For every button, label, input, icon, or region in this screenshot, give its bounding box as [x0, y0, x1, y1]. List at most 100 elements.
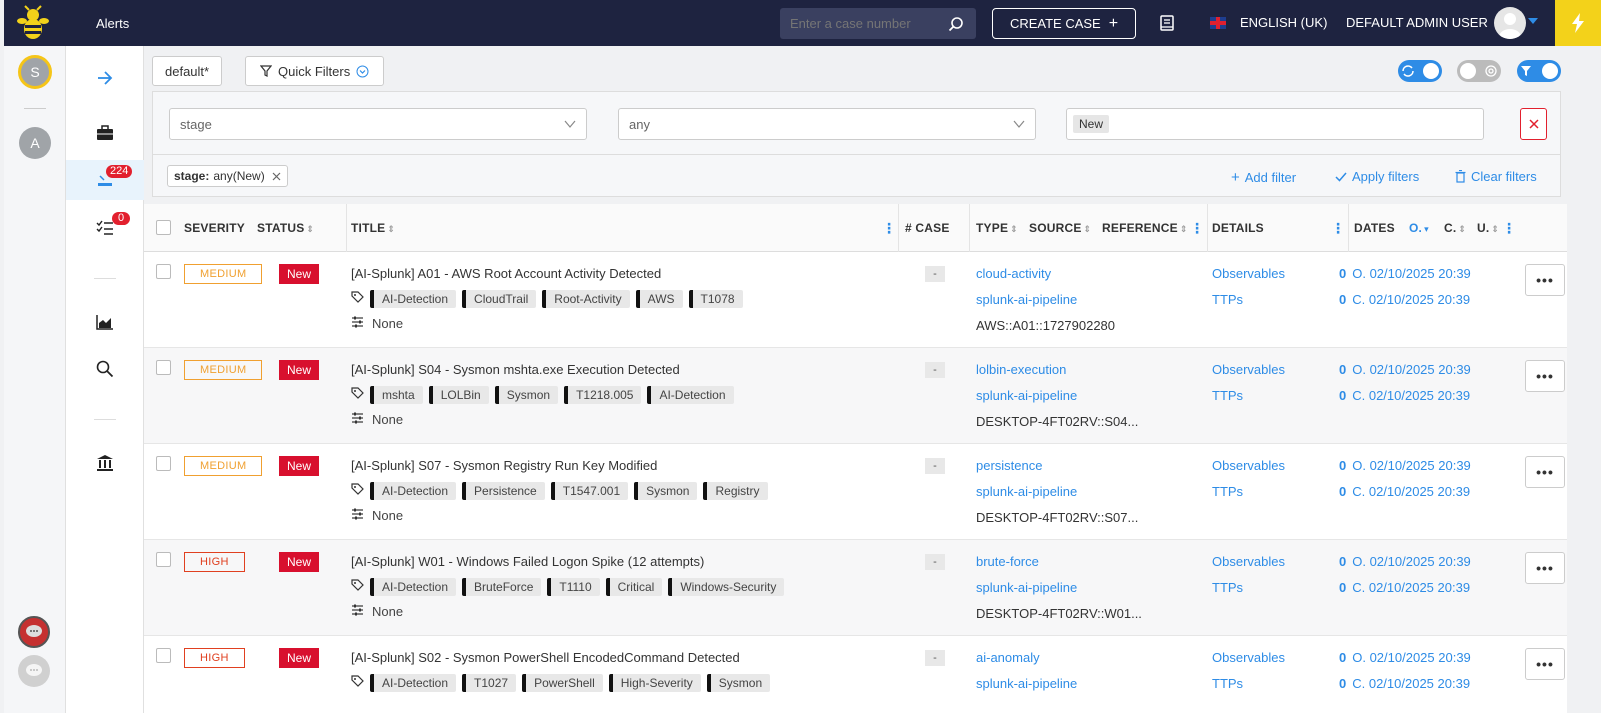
quick-actions-bolt-button[interactable] [1555, 0, 1601, 46]
alert-type-link[interactable]: lolbin-execution [976, 362, 1066, 377]
header-details[interactable]: DETAILS [1212, 221, 1264, 235]
alert-type-link[interactable]: ai-anomaly [976, 650, 1040, 665]
tag-chip[interactable]: PowerShell [522, 674, 603, 692]
add-filter-link[interactable]: + Add filter [1231, 169, 1296, 186]
alert-type-link[interactable]: persistence [976, 458, 1042, 473]
language-selector[interactable]: ENGLISH (UK) [1210, 15, 1327, 30]
active-filter-chip[interactable]: stage: any(New) [167, 165, 288, 187]
header-dates-created[interactable]: C. ⇕ [1444, 221, 1466, 235]
tag-chip[interactable]: High-Severity [608, 674, 701, 692]
row-checkbox[interactable] [156, 648, 171, 663]
thehive-logo[interactable] [4, 0, 62, 46]
tag-chip[interactable]: CloudTrail [462, 290, 537, 308]
tag-chip[interactable]: AI-Detection [370, 578, 457, 596]
documentation-book-icon[interactable] [1160, 15, 1174, 34]
row-checkbox[interactable] [156, 552, 171, 567]
ttps-link[interactable]: TTPs [1212, 388, 1243, 403]
observables-link[interactable]: Observables [1212, 362, 1285, 377]
nav-admin-building-icon[interactable] [66, 443, 144, 483]
user-avatar[interactable] [1494, 7, 1526, 39]
chat-icon[interactable] [18, 655, 50, 687]
row-checkbox[interactable] [156, 264, 171, 279]
tag-chip[interactable]: Root-Activity [542, 290, 630, 308]
tag-chip[interactable]: BruteForce [462, 578, 542, 596]
tag-chip[interactable]: Sysmon [494, 386, 559, 404]
clear-filters-link[interactable]: Clear filters [1455, 169, 1537, 184]
nav-dashboards-chart-icon[interactable] [66, 302, 144, 342]
header-title[interactable]: TITLE ⇕ [351, 221, 395, 235]
quick-filters-button[interactable]: Quick Filters [245, 56, 385, 86]
observables-link[interactable]: Observables [1212, 650, 1285, 665]
tag-chip[interactable]: T1547.001 [550, 482, 629, 500]
alert-title[interactable]: [AI-Splunk] W01 - Windows Failed Logon S… [351, 554, 704, 569]
filter-operator-select[interactable]: any [618, 108, 1036, 140]
table-row[interactable]: MEDIUM New [AI-Splunk] S07 - Sysmon Regist… [144, 444, 1567, 540]
case-number-search[interactable] [780, 8, 976, 39]
header-status[interactable]: STATUS ⇕ [257, 221, 314, 235]
alert-title[interactable]: [AI-Splunk] S04 - Sysmon mshta.exe Execu… [351, 362, 680, 377]
tag-chip[interactable]: T1110 [547, 578, 600, 596]
header-severity[interactable]: SEVERITY [184, 221, 245, 235]
auto-refresh-toggle[interactable] [1398, 60, 1442, 82]
row-actions-more-button[interactable]: ••• [1525, 360, 1565, 392]
alert-title[interactable]: [AI-Splunk] S07 - Sysmon Registry Run Ke… [351, 458, 657, 473]
expand-nav-arrow-icon[interactable] [66, 58, 144, 98]
tag-chip[interactable]: AI-Detection [370, 674, 457, 692]
org-avatar-s[interactable]: S [18, 55, 52, 89]
column-menu-kebab-icon[interactable]: ⋮ [1190, 220, 1204, 237]
tag-chip[interactable]: AI-Detection [370, 482, 457, 500]
filter-field-select[interactable]: stage [169, 108, 587, 140]
row-checkbox[interactable] [156, 456, 171, 471]
alert-source-link[interactable]: splunk-ai-pipeline [976, 388, 1077, 403]
ttps-link[interactable]: TTPs [1212, 580, 1243, 595]
tag-chip[interactable]: T1078 [688, 290, 743, 308]
alert-type-link[interactable]: brute-force [976, 554, 1039, 569]
tag-chip[interactable]: LOLBin [428, 386, 489, 404]
ttps-link[interactable]: TTPs [1212, 484, 1243, 499]
tag-chip[interactable]: Critical [605, 578, 663, 596]
alert-type-link[interactable]: cloud-activity [976, 266, 1051, 281]
observables-link[interactable]: Observables [1212, 554, 1285, 569]
tag-chip[interactable]: AI-Detection [647, 386, 734, 404]
tag-chip[interactable]: T1027 [462, 674, 517, 692]
ttps-link[interactable]: TTPs [1212, 292, 1243, 307]
case-number-input[interactable] [790, 16, 940, 31]
org-avatar-a[interactable]: A [19, 127, 51, 159]
alert-title[interactable]: [AI-Splunk] A01 - AWS Root Account Activ… [351, 266, 661, 281]
tag-chip[interactable]: Sysmon [634, 482, 698, 500]
header-case[interactable]: # CASE [905, 221, 950, 235]
view-selector-button[interactable]: default* [152, 56, 223, 86]
table-row[interactable]: MEDIUM New [AI-Splunk] A01 - AWS Root Acco… [144, 252, 1567, 348]
tag-chip[interactable]: AWS [635, 290, 683, 308]
header-type[interactable]: TYPE ⇕ [976, 221, 1018, 235]
tracking-toggle[interactable] [1457, 60, 1501, 82]
nav-search-icon[interactable] [66, 349, 144, 389]
header-dates[interactable]: DATES [1354, 221, 1395, 235]
filter-value-chip[interactable]: New [1073, 115, 1110, 133]
search-icon[interactable] [948, 16, 964, 35]
row-actions-more-button[interactable]: ••• [1525, 264, 1565, 296]
user-menu-caret-icon[interactable] [1528, 18, 1538, 24]
filter-value-input[interactable]: New [1066, 108, 1484, 140]
observables-link[interactable]: Observables [1212, 266, 1285, 281]
tag-chip[interactable]: Sysmon [706, 674, 771, 692]
header-reference[interactable]: REFERENCE ⇕ [1102, 221, 1188, 235]
table-row[interactable]: HIGH New [AI-Splunk] W01 - Windows Failed … [144, 540, 1567, 636]
column-menu-kebab-icon[interactable]: ⋮ [882, 220, 896, 237]
header-source[interactable]: SOURCE ⇕ [1029, 221, 1091, 235]
nav-cases-briefcase-icon[interactable] [66, 113, 144, 153]
apply-filters-link[interactable]: Apply filters [1335, 169, 1419, 184]
table-row[interactable]: MEDIUM New [AI-Splunk] S04 - Sysmon mshta.… [144, 348, 1567, 444]
column-menu-kebab-icon[interactable]: ⋮ [1331, 220, 1345, 237]
remove-filter-button[interactable] [1520, 108, 1547, 140]
select-all-checkbox[interactable] [156, 220, 171, 235]
nav-alerts[interactable]: 224 [66, 160, 144, 200]
ttps-link[interactable]: TTPs [1212, 676, 1243, 691]
observables-link[interactable]: Observables [1212, 458, 1285, 473]
table-row[interactable]: HIGH New [AI-Splunk] S02 - Sysmon PowerShe… [144, 636, 1567, 713]
alert-source-link[interactable]: splunk-ai-pipeline [976, 580, 1077, 595]
column-menu-kebab-icon[interactable]: ⋮ [1502, 220, 1516, 237]
create-case-button[interactable]: CREATE CASE + [992, 8, 1136, 39]
user-name[interactable]: DEFAULT ADMIN USER [1346, 15, 1488, 30]
filter-panel-toggle[interactable] [1517, 60, 1561, 82]
